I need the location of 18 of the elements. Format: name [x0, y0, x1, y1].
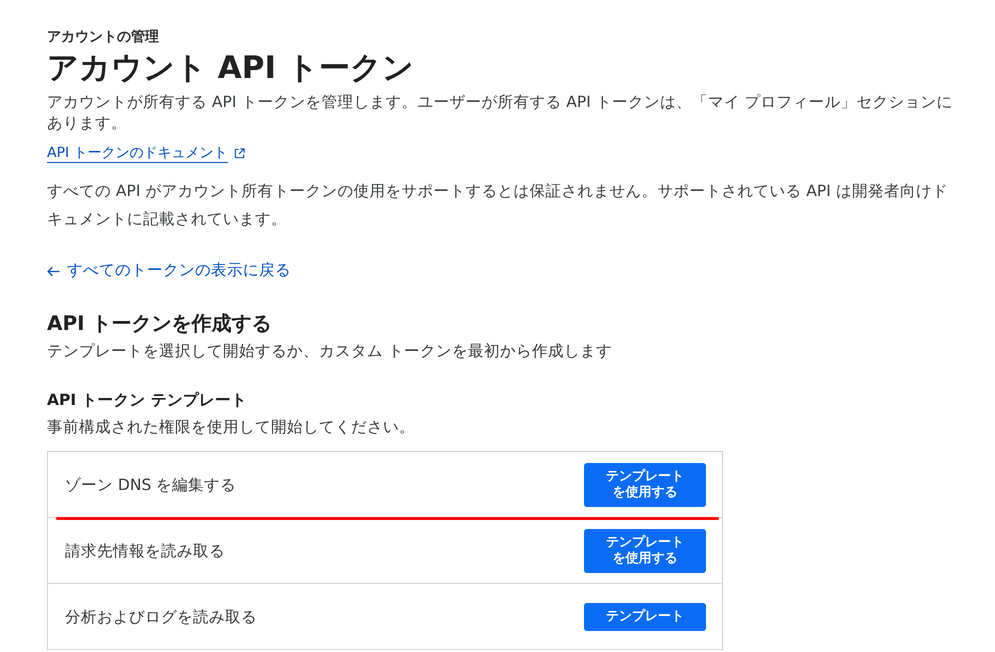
use-template-button[interactable]: テンプレートを使用する — [584, 528, 706, 572]
templates-subtitle: 事前構成された権限を使用して開始してください。 — [47, 417, 416, 438]
breadcrumb: アカウントの管理 — [47, 28, 160, 47]
documentation-link[interactable]: API トークンのドキュメント — [47, 144, 228, 163]
description-text: アカウントが所有する API トークンを管理します。ユーザーが所有する API トークンは、「マイ プロフィール」セクションにあります。 — [47, 92, 954, 134]
page-title: アカウント API トークン — [47, 49, 415, 88]
notice-text: すべての API がアカウント所有トークンの使用をサポートするとは保証されません。サポートされている API は開発者向けドキュメントに記載されています。 — [47, 181, 949, 230]
section-subtitle: テンプレートを選択して開始するか、カスタム トークンを最初から作成します — [47, 341, 613, 362]
template-name: 請求先情報を読み取る — [65, 540, 225, 562]
template-name: 分析およびログを読み取る — [65, 606, 257, 628]
templates-heading: API トークン テンプレート — [47, 390, 248, 411]
back-link[interactable]: すべてのトークンの表示に戻る — [67, 259, 291, 281]
template-name: ゾーン DNS を編集する — [65, 474, 236, 496]
section-heading: API トークンを作成する — [47, 310, 273, 337]
left-arrow-icon — [47, 266, 60, 277]
use-template-button[interactable]: テンプレートを使用する — [584, 462, 706, 506]
use-template-button[interactable]: テンプレート — [584, 602, 706, 630]
external-link-icon — [234, 148, 245, 159]
